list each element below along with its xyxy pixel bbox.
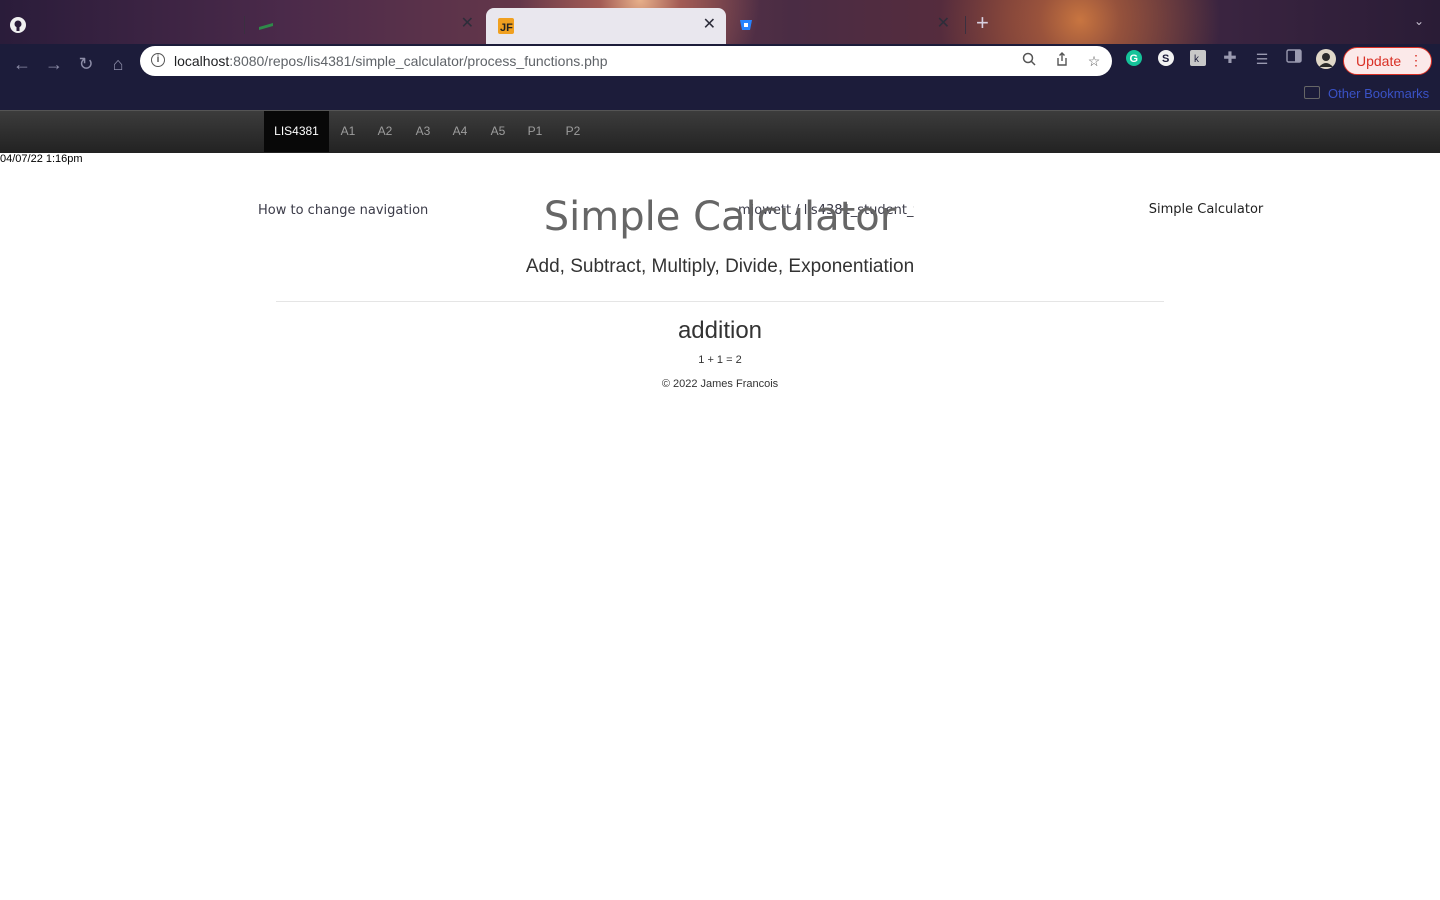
operation-heading: addition (677, 317, 763, 344)
svg-text:JF: JF (500, 22, 513, 34)
other-bookmarks[interactable]: Other Bookmarks (1304, 86, 1429, 101)
tab-separator (965, 16, 966, 34)
reload-icon[interactable]: ↻ (74, 52, 98, 76)
url-host: localhost (174, 53, 230, 69)
zoom-icon[interactable] (1019, 51, 1039, 71)
svg-text:G: G (1130, 53, 1139, 65)
tab-github[interactable] (10, 9, 230, 41)
jf-logo-icon: JF (498, 18, 514, 34)
close-tab-icon[interactable]: ✕ (703, 17, 716, 33)
site-info-icon[interactable]: i (151, 53, 165, 67)
browser-toolbar: ← → ↻ ⌂ i localhost:8080/repos/lis4381/s… (0, 44, 1440, 110)
nav-item-a4[interactable]: A4 (447, 111, 473, 152)
other-bookmarks-label: Other Bookmarks (1328, 86, 1430, 101)
s-extension-icon[interactable]: S (1156, 49, 1176, 69)
nav-item-a1[interactable]: A1 (335, 111, 361, 152)
share-icon[interactable] (1052, 51, 1072, 71)
folder-icon (1304, 86, 1320, 99)
stackoverflow-icon (258, 17, 274, 33)
nav-item-a3[interactable]: A3 (410, 111, 436, 152)
bookmark-star-icon[interactable]: ☆ (1084, 51, 1104, 71)
site-navbar: LIS4381 A1 A2 A3 A4 A5 P1 P2 (0, 110, 1440, 153)
page-subtitle: Add, Subtract, Multiply, Divide, Exponen… (525, 256, 915, 277)
nav-item-p1[interactable]: P1 (522, 111, 548, 152)
tab-stackoverflow[interactable]: How to change navigation bar ✕ (258, 9, 484, 219)
extension-tile-icon[interactable]: k (1188, 49, 1208, 69)
bitbucket-icon (738, 17, 754, 33)
update-label: Update (1356, 53, 1402, 69)
update-button[interactable]: Update ⋮ (1343, 47, 1432, 75)
divider (276, 301, 1164, 302)
more-menu-icon[interactable]: ⋮ (1409, 52, 1423, 69)
reading-list-icon[interactable]: ☰ (1252, 49, 1272, 69)
profile-avatar[interactable] (1316, 49, 1336, 69)
svg-text:S: S (1162, 53, 1169, 65)
home-icon[interactable]: ⌂ (106, 52, 130, 76)
browser-tab-bar: How to change navigation bar ✕ JF Simple… (0, 0, 1440, 219)
tab-simple-calculator[interactable]: JF Simple Calculator ✕ (486, 8, 1263, 217)
tab-separator (244, 16, 245, 34)
grammarly-icon[interactable]: G (1124, 49, 1144, 69)
footer-copyright: © 2022 James Francois (661, 378, 779, 390)
nav-item-p2[interactable]: P2 (560, 111, 586, 152)
page-title: Simple Calculator (543, 194, 897, 240)
timestamp: 04/07/22 1:16pm (0, 153, 83, 165)
nav-item-a2[interactable]: A2 (372, 111, 398, 152)
close-tab-icon[interactable]: ✕ (937, 16, 950, 32)
url-text[interactable]: localhost:8080/repos/lis4381/simple_calc… (174, 53, 608, 69)
url-path: :8080/repos/lis4381/simple_calculator/pr… (229, 53, 608, 69)
nav-brand-lis4381[interactable]: LIS4381 (264, 111, 329, 152)
nav-item-a5[interactable]: A5 (485, 111, 511, 152)
tab-bitbucket[interactable]: mjowett / lis4381_student_files ✕ (738, 9, 960, 219)
extensions-puzzle-icon[interactable]: ✚ (1220, 49, 1240, 69)
side-panel-icon[interactable] (1284, 49, 1304, 69)
close-tab-icon[interactable]: ✕ (461, 16, 474, 32)
new-tab-icon[interactable]: + (976, 12, 989, 34)
back-arrow-icon[interactable]: ← (10, 52, 34, 76)
github-icon (10, 17, 26, 33)
address-bar[interactable]: i localhost:8080/repos/lis4381/simple_ca… (140, 46, 1112, 76)
forward-arrow-icon[interactable]: → (42, 52, 66, 76)
tab-search-chevron-icon[interactable]: ⌄ (1414, 14, 1424, 28)
calculation-result: 1 + 1 = 2 (698, 354, 742, 366)
